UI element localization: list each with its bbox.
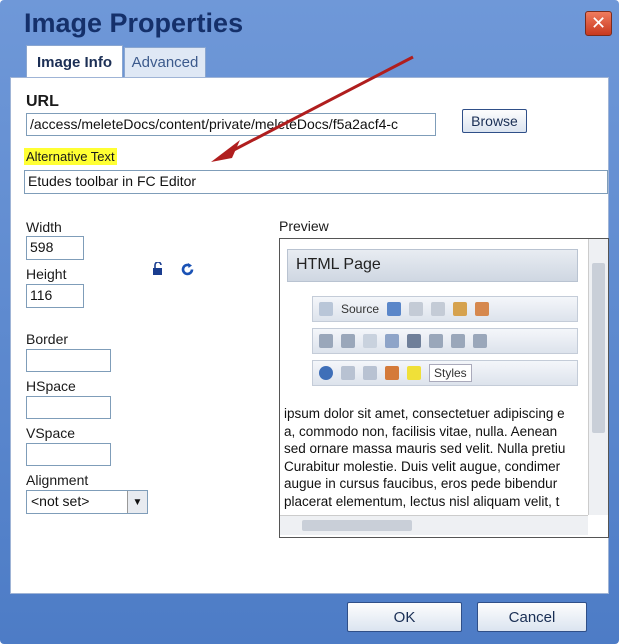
close-button[interactable]: ✕: [585, 11, 612, 36]
url-label: URL: [26, 93, 59, 110]
chevron-down-icon[interactable]: ▼: [127, 491, 147, 513]
close-icon: ✕: [590, 13, 607, 33]
preview-vertical-scrollbar[interactable]: [588, 239, 608, 515]
outdent-icon[interactable]: [363, 334, 377, 348]
vspace-label: VSpace: [26, 425, 76, 441]
toolbar-row-3: Styles: [312, 360, 578, 386]
align-left-icon[interactable]: [429, 334, 443, 348]
styles-dropdown[interactable]: Styles: [429, 364, 472, 382]
preview-text-line: Curabitur molestie. Duis velit augue, co…: [284, 458, 561, 474]
url-input[interactable]: /access/meleteDocs/content/private/melet…: [26, 113, 436, 136]
blockquote-icon[interactable]: [407, 334, 421, 348]
preview-text-line: sed ornare massa mauris sed velit. Nulla…: [284, 441, 566, 456]
dialog-footer: OK Cancel: [0, 594, 619, 644]
table-icon[interactable]: [363, 366, 377, 380]
indent-icon[interactable]: [385, 334, 399, 348]
image-properties-dialog: Image Properties ✕ Image Info Advanced U…: [0, 0, 619, 644]
dialog-title: Image Properties: [24, 8, 244, 38]
cancel-button[interactable]: Cancel: [477, 602, 587, 632]
paste-icon[interactable]: [453, 302, 468, 316]
preview-text-line: placerat elementum, lectus nisl aliquam …: [284, 493, 560, 509]
alt-text-label: Alternative Text: [24, 148, 117, 165]
preview-page-title: HTML Page: [287, 249, 578, 282]
paste-word-icon[interactable]: [475, 302, 490, 316]
source-button-label: Source: [341, 302, 380, 316]
align-center-icon[interactable]: [451, 334, 465, 348]
vspace-input[interactable]: [26, 443, 111, 466]
alignment-value: <not set>: [31, 493, 90, 509]
horizontal-scroll-thumb[interactable]: [302, 520, 412, 531]
toolbar-row-2: [312, 328, 578, 354]
align-right-icon[interactable]: [473, 334, 487, 348]
text-color-icon[interactable]: [385, 366, 399, 380]
vertical-scroll-thumb[interactable]: [592, 263, 605, 433]
preview-text-line: augue in cursus faucibus, eros pede bibe…: [284, 476, 558, 491]
height-label: Height: [26, 266, 67, 282]
tab-advanced[interactable]: Advanced: [124, 47, 206, 77]
preview-horizontal-scrollbar[interactable]: [280, 515, 588, 535]
copy-icon[interactable]: [431, 302, 446, 316]
alignment-select[interactable]: <not set> ▼: [26, 490, 148, 514]
tab-image-info[interactable]: Image Info: [26, 45, 123, 78]
background-color-icon[interactable]: [407, 366, 421, 380]
browse-button[interactable]: Browse: [462, 109, 527, 133]
numbered-list-icon[interactable]: [319, 334, 333, 348]
alignment-label: Alignment: [26, 472, 89, 488]
cut-icon[interactable]: [409, 302, 424, 316]
ok-button[interactable]: OK: [347, 602, 462, 632]
bulleted-list-icon[interactable]: [341, 334, 355, 348]
width-label: Width: [26, 219, 62, 235]
preview-text-line: ipsum dolor sit amet, consectetuer adipi…: [284, 406, 565, 421]
hspace-input[interactable]: [26, 396, 111, 419]
link-icon[interactable]: [319, 366, 333, 380]
border-input[interactable]: [26, 349, 111, 372]
height-input[interactable]: 116: [26, 284, 84, 308]
hspace-label: HSpace: [26, 378, 76, 394]
preview-body-text: ipsum dolor sit amet, consectetuer adipi…: [284, 405, 584, 510]
lock-ratio-icon[interactable]: [150, 262, 164, 276]
preview-text-line: a, commodo non, facilisis vitae, nulla. …: [284, 423, 558, 439]
preview-label: Preview: [279, 218, 329, 234]
image-icon[interactable]: [341, 366, 355, 380]
print-icon[interactable]: [387, 302, 402, 316]
width-input[interactable]: 598: [26, 236, 84, 260]
alt-text-input[interactable]: Etudes toolbar in FC Editor: [24, 170, 608, 194]
reset-size-icon[interactable]: [180, 262, 195, 277]
toolbar-row-1: Source: [312, 296, 578, 322]
dialog-titlebar[interactable]: Image Properties ✕: [0, 0, 619, 44]
border-label: Border: [26, 331, 69, 347]
source-icon[interactable]: [319, 302, 333, 316]
preview-frame: HTML Page Source Styles ipsum dolor sit …: [279, 238, 609, 538]
